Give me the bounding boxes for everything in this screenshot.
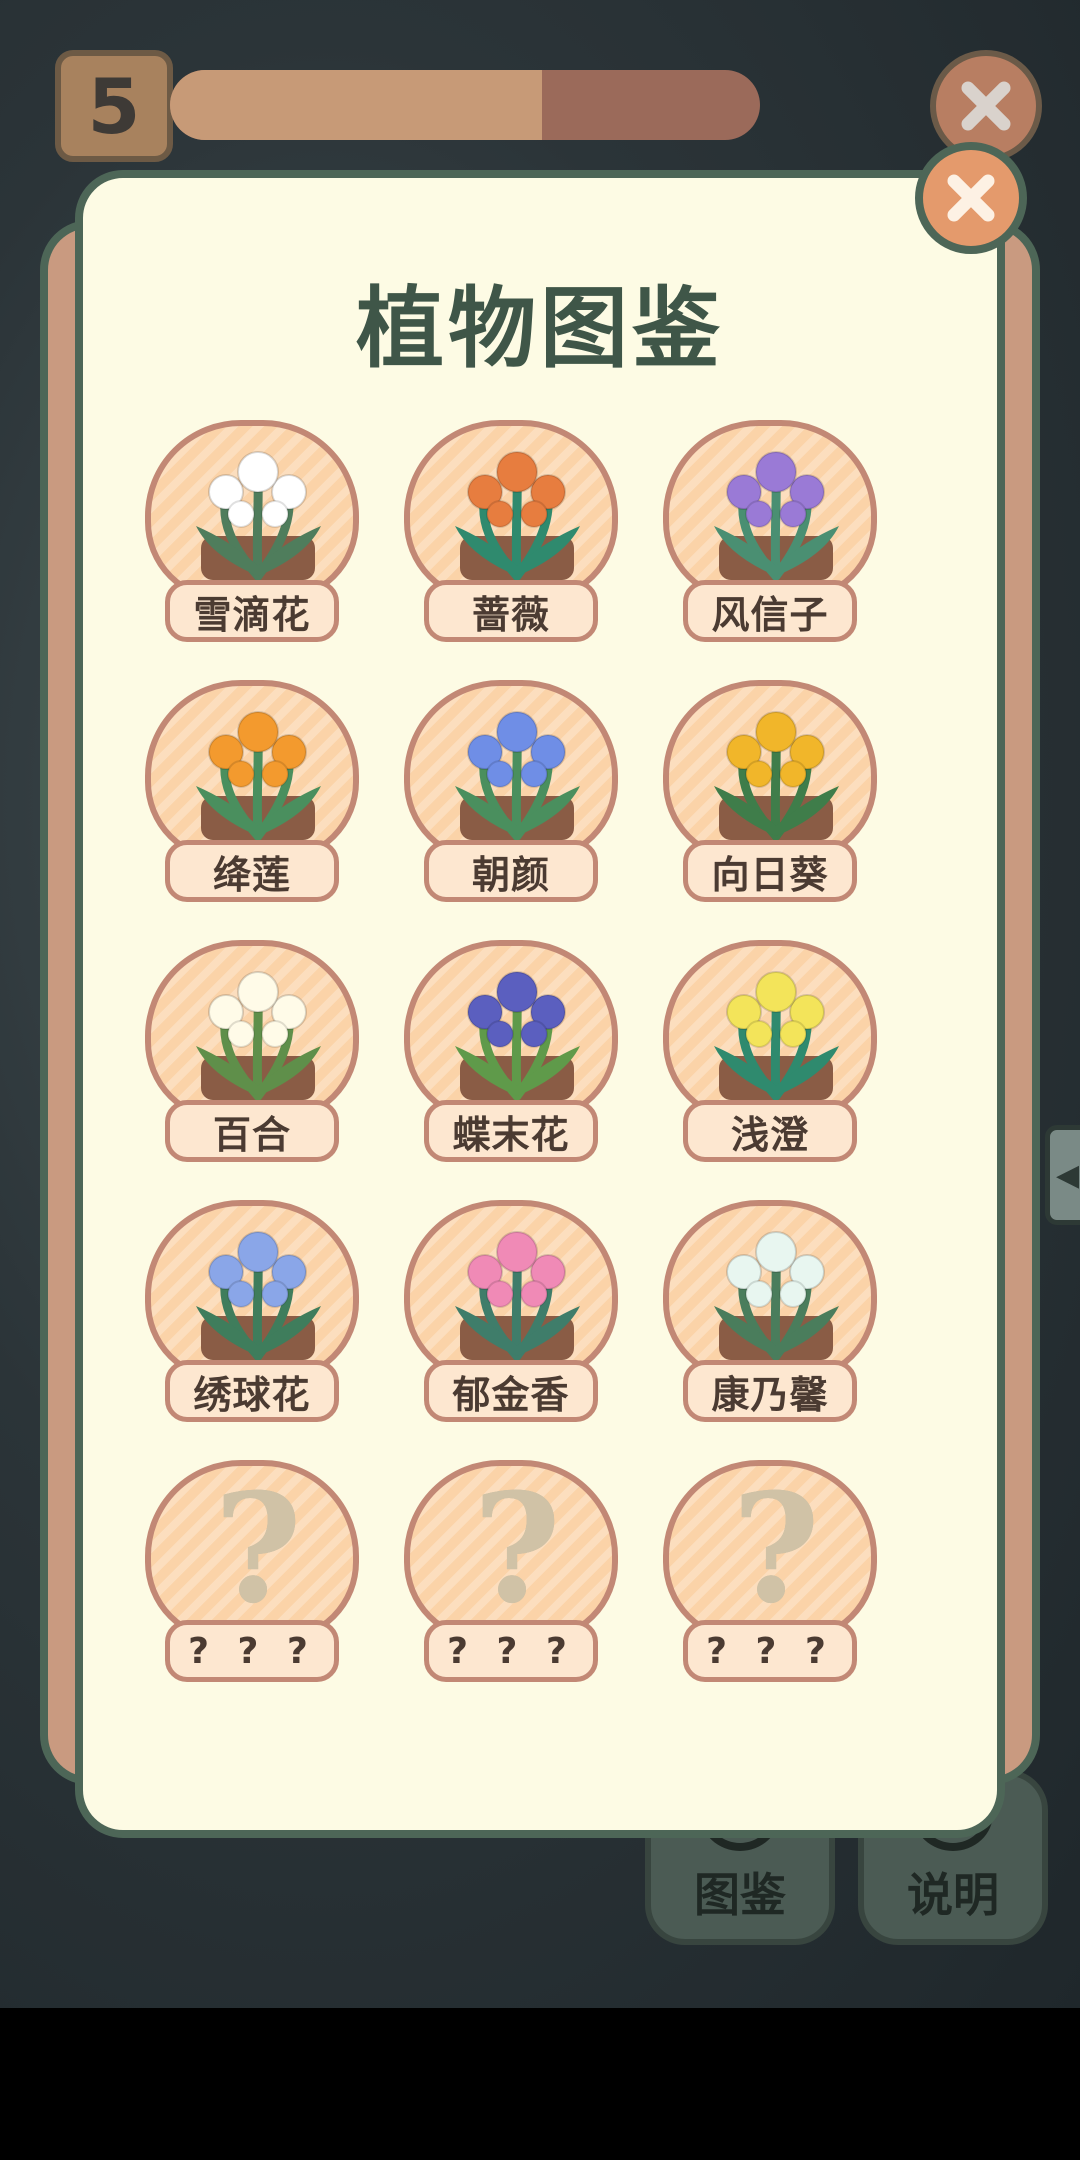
codex-button-label: 图鉴: [694, 1868, 786, 1922]
plant-grid: 雪滴花 蔷薇 风信子 绛莲 朝颜 向日葵 百合 蝶末花 浅澄 绣球花 郁金香 康…: [145, 420, 885, 1682]
locked-plant-card[interactable]: ? ? ? ?: [663, 1460, 877, 1682]
question-mark-icon: ?: [214, 1461, 302, 1637]
plant-name-label: 风信子: [683, 580, 857, 642]
plant-disc: [145, 420, 359, 602]
question-mark-icon: ?: [732, 1461, 820, 1637]
plant-disc: [663, 420, 877, 602]
plant-name-label: 郁金香: [424, 1360, 598, 1422]
locked-disc: ?: [145, 1460, 359, 1642]
plant-disc: [663, 1200, 877, 1382]
plant-card[interactable]: 郁金香: [404, 1200, 618, 1422]
plant-disc: [145, 680, 359, 862]
plant-disc: [404, 420, 618, 602]
plant-illustration: [455, 711, 580, 841]
plant-card[interactable]: 雪滴花: [145, 420, 359, 642]
plant-name-label: 绛莲: [165, 840, 339, 902]
plant-illustration: [196, 1231, 321, 1361]
plant-disc: [404, 1200, 618, 1382]
plant-illustration: [196, 711, 321, 841]
plant-card[interactable]: 朝颜: [404, 680, 618, 902]
close-icon: [947, 174, 995, 222]
navigation-bar-area: [0, 2008, 1080, 2160]
level-badge: 5: [55, 50, 173, 162]
plant-card[interactable]: 浅澄: [663, 940, 877, 1162]
question-mark-icon: ?: [473, 1461, 561, 1637]
plant-disc: [663, 940, 877, 1122]
locked-name-label: ? ? ?: [424, 1620, 598, 1682]
progress-bar: [170, 70, 760, 140]
plant-illustration: [455, 1231, 580, 1361]
plant-name-label: 向日葵: [683, 840, 857, 902]
dialog-close-button[interactable]: [915, 142, 1027, 254]
plant-illustration: [196, 451, 321, 581]
plant-name-label: 蔷薇: [424, 580, 598, 642]
plant-disc: [404, 940, 618, 1122]
plant-name-label: 绣球花: [165, 1360, 339, 1422]
plant-illustration: [196, 971, 321, 1101]
plant-disc: [145, 1200, 359, 1382]
locked-plant-card[interactable]: ? ? ? ?: [404, 1460, 618, 1682]
plant-card[interactable]: 蔷薇: [404, 420, 618, 642]
locked-disc: ?: [404, 1460, 618, 1642]
plant-name-label: 雪滴花: [165, 580, 339, 642]
locked-name-label: ? ? ?: [165, 1620, 339, 1682]
plant-card[interactable]: 绛莲: [145, 680, 359, 902]
plant-card[interactable]: 向日葵: [663, 680, 877, 902]
plant-disc: [145, 940, 359, 1122]
plant-name-label: 康乃馨: [683, 1360, 857, 1422]
plant-card[interactable]: 风信子: [663, 420, 877, 642]
plant-illustration: [455, 971, 580, 1101]
plant-illustration: [455, 451, 580, 581]
plant-illustration: [714, 971, 839, 1101]
plant-card[interactable]: 绣球花: [145, 1200, 359, 1422]
plant-name-label: 浅澄: [683, 1100, 857, 1162]
plant-card[interactable]: 百合: [145, 940, 359, 1162]
close-icon: [961, 81, 1011, 131]
plant-illustration: [714, 1231, 839, 1361]
plant-disc: [663, 680, 877, 862]
plant-disc: [404, 680, 618, 862]
plant-card[interactable]: 蝶末花: [404, 940, 618, 1162]
dialog-title: 植物图鉴: [355, 277, 724, 380]
plant-illustration: [714, 711, 839, 841]
side-tab-arrow[interactable]: ◀: [1045, 1125, 1080, 1225]
locked-name-label: ? ? ?: [683, 1620, 857, 1682]
progress-bar-fill: [170, 70, 542, 140]
plant-illustration: [714, 451, 839, 581]
plant-name-label: 蝶末花: [424, 1100, 598, 1162]
plant-name-label: 百合: [165, 1100, 339, 1162]
plant-card[interactable]: 康乃馨: [663, 1200, 877, 1422]
help-button-label: 说明: [907, 1868, 999, 1922]
locked-disc: ?: [663, 1460, 877, 1642]
game-screen: 5 ◀ 图鉴 说明 植物图鉴 雪滴花 蔷薇 风信子 绛莲 朝颜 向日葵 百合 蝶…: [0, 0, 1080, 2008]
plant-name-label: 朝颜: [424, 840, 598, 902]
locked-plant-card[interactable]: ? ? ? ?: [145, 1460, 359, 1682]
